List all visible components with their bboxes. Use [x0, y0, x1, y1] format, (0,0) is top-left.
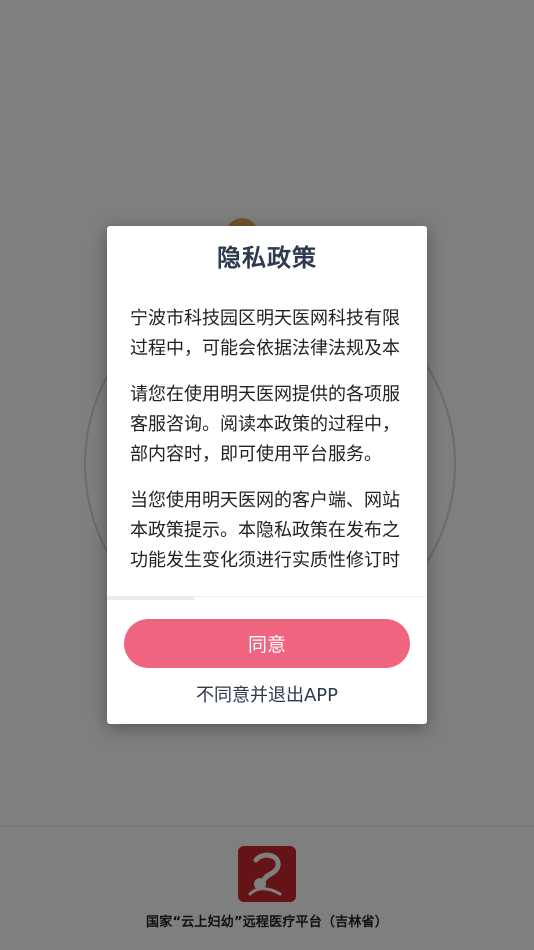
policy-paragraph: 请您在使用明天医网提供的各项服 客服咨询。阅读本政策的过程中， 部内容时，即可使…	[130, 384, 400, 465]
policy-paragraph: 宁波市科技园区明天医网科技有限 过程中，可能会依据法律法规及本	[130, 308, 400, 359]
horizontal-scrollbar[interactable]	[107, 596, 427, 600]
agree-button[interactable]: 同意	[124, 619, 410, 668]
policy-content[interactable]: 宁波市科技园区明天医网科技有限 过程中，可能会依据法律法规及本 请您在使用明天医…	[130, 304, 427, 600]
dialog-title: 隐私政策	[217, 244, 317, 272]
policy-paragraph: 当您使用明天医网的客户端、网站 本政策提示。本隐私政策在发布之 功能发生变化须进…	[130, 490, 400, 571]
disagree-exit-button[interactable]: 不同意并退出APP	[107, 681, 427, 707]
privacy-policy-dialog: 隐私政策 宁波市科技园区明天医网科技有限 过程中，可能会依据法律法规及本 请您在…	[107, 226, 427, 724]
scrollbar-thumb[interactable]	[107, 597, 195, 600]
